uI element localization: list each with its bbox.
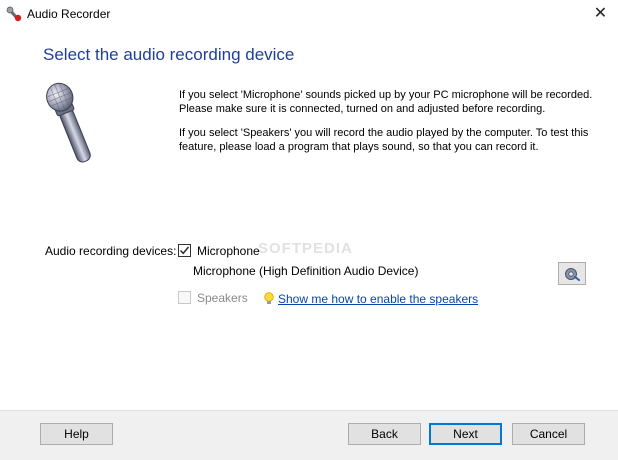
speakers-option-label[interactable]: Speakers — [197, 291, 248, 305]
microphone-option-label[interactable]: Microphone — [197, 244, 260, 258]
microphone-device-name: Microphone (High Definition Audio Device… — [193, 264, 419, 278]
microphone-description: If you select 'Microphone' sounds picked… — [179, 89, 593, 115]
microphone-icon — [36, 80, 106, 170]
close-button[interactable]: ✕ — [583, 0, 618, 28]
microphone-app-icon — [6, 6, 22, 22]
title-bar: Audio Recorder ✕ — [0, 0, 618, 30]
next-button[interactable]: Next — [429, 423, 502, 445]
page-title: Select the audio recording device — [43, 45, 295, 64]
cancel-button[interactable]: Cancel — [512, 423, 585, 445]
audio-settings-button[interactable] — [558, 262, 586, 285]
speakers-checkbox[interactable] — [178, 291, 191, 304]
help-button[interactable]: Help — [40, 423, 113, 445]
window-title: Audio Recorder — [27, 7, 111, 21]
back-button[interactable]: Back — [348, 423, 421, 445]
microphone-checkbox[interactable] — [178, 244, 191, 257]
enable-speakers-link[interactable]: Show me how to enable the speakers — [278, 292, 478, 306]
speakers-description: If you select 'Speakers' you will record… — [179, 127, 589, 153]
audio-devices-label: Audio recording devices: — [45, 244, 177, 258]
audio-settings-icon — [565, 268, 580, 281]
lightbulb-icon — [264, 292, 274, 305]
watermark: SOFTPEDIA — [258, 240, 353, 257]
